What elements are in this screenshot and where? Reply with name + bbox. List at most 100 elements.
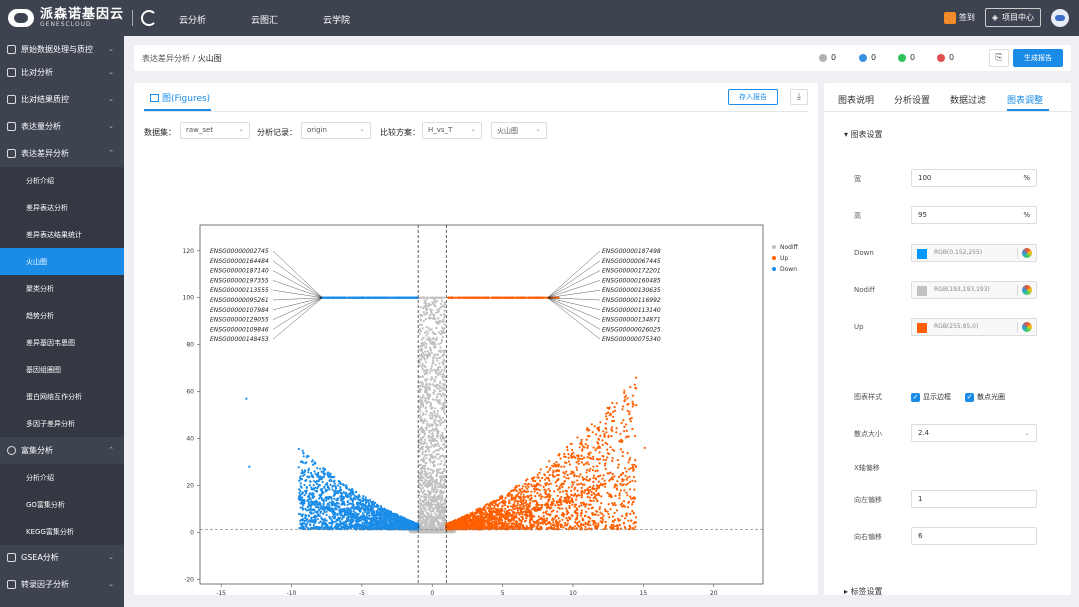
sidebar-item-expression[interactable]: 表达量分析 ⌄ xyxy=(0,113,124,140)
chevron-down-icon: ⌄ xyxy=(108,45,114,53)
sidebar-subitem[interactable]: KEGG富集分析 xyxy=(0,518,124,545)
nodiff-point xyxy=(424,302,427,305)
nodiff-point xyxy=(441,496,444,499)
nodiff-point xyxy=(424,380,427,383)
down-point xyxy=(358,495,361,498)
down-point xyxy=(325,496,329,499)
nodiff-point xyxy=(429,475,432,478)
sidebar-item-diff-expression[interactable]: 表达差异分析 ⌃ xyxy=(0,140,124,167)
nodiff-point xyxy=(422,466,425,469)
nodiff-point xyxy=(425,338,428,341)
nodiff-point xyxy=(426,307,429,311)
nodiff-point xyxy=(443,446,446,449)
down-point xyxy=(328,479,331,482)
signin-label: 签到 xyxy=(958,13,975,22)
down-point xyxy=(339,499,343,502)
nodiff-point xyxy=(440,320,443,323)
down-point xyxy=(360,516,363,519)
sidebar-subitem[interactable]: 蛋白网络互作分析 xyxy=(0,383,124,410)
nodiff-point xyxy=(436,488,439,492)
logo[interactable]: 派森诺基因云 GENESCLOUD xyxy=(8,8,158,28)
nodiff-point xyxy=(432,463,436,466)
nodiff-point xyxy=(443,370,446,373)
breadcrumb-parent[interactable]: 表达差异分析 xyxy=(142,54,190,63)
nodiff-point xyxy=(422,457,425,460)
breadcrumb-bar: 表达差异分析 / 火山图 0 0 0 0 ⎘ 生成报告 xyxy=(134,45,1071,71)
nodiff-point xyxy=(419,448,422,451)
down-point xyxy=(342,521,345,524)
user-avatar[interactable] xyxy=(1051,8,1069,27)
sidebar-subitem-active[interactable]: 火山图 xyxy=(0,248,124,275)
sidebar-subitem[interactable]: GO富集分析 xyxy=(0,491,124,518)
nodiff-point xyxy=(443,399,447,402)
down-point xyxy=(343,513,346,517)
nodiff-point xyxy=(431,362,435,365)
generate-report-button[interactable]: 生成报告 xyxy=(1013,49,1063,67)
down-point xyxy=(312,503,315,506)
dna-icon xyxy=(7,45,16,54)
nodiff-point xyxy=(418,364,421,367)
nodiff-point xyxy=(422,413,425,416)
down-point xyxy=(315,502,318,506)
nodiff-point xyxy=(431,432,434,435)
nodiff-point xyxy=(421,501,424,504)
nav-cloud-analysis[interactable]: 云分析 xyxy=(179,13,206,26)
down-point xyxy=(353,496,356,499)
document-button[interactable]: ⎘ xyxy=(989,49,1009,67)
sidebar-item-alignment[interactable]: 比对分析 ⌄ xyxy=(0,59,124,86)
nodiff-point xyxy=(437,317,440,320)
sidebar-subitem[interactable]: 基因组圈图 xyxy=(0,356,124,383)
nodiff-point xyxy=(418,375,421,379)
sidebar-subitem[interactable]: 差异表达分析 xyxy=(0,194,124,221)
sidebar-item-tf[interactable]: 转录因子分析 ⌄ xyxy=(0,571,124,598)
nodiff-point xyxy=(440,368,443,371)
sidebar-subitem[interactable]: 聚类分析 xyxy=(0,275,124,302)
sidebar-subitem[interactable]: 趋势分析 xyxy=(0,302,124,329)
nodiff-point xyxy=(430,417,433,420)
down-point xyxy=(356,503,359,506)
nodiff-point xyxy=(429,395,432,398)
sidebar-subitem[interactable]: 差异表达结果统计 xyxy=(0,221,124,248)
down-point xyxy=(303,483,306,487)
down-point xyxy=(310,460,314,463)
nodiff-point xyxy=(435,500,438,503)
status-waiting[interactable]: 0 xyxy=(819,53,836,62)
sidebar-subitem[interactable]: 多因子差异分析 xyxy=(0,410,124,437)
down-point xyxy=(390,512,393,515)
nodiff-point xyxy=(424,397,427,400)
nodiff-point xyxy=(439,479,442,482)
sidebar-item-alignment-qc[interactable]: 比对结果质控 ⌄ xyxy=(0,86,124,113)
nodiff-point xyxy=(430,504,433,507)
sidebar-subitem[interactable]: 分析介绍 xyxy=(0,167,124,194)
nodiff-point xyxy=(433,303,436,306)
nodiff-point xyxy=(439,503,442,506)
down-point xyxy=(341,518,344,521)
down-point xyxy=(393,514,396,517)
status-success[interactable]: 0 xyxy=(898,53,915,62)
down-point xyxy=(412,526,415,529)
down-point xyxy=(352,503,355,506)
status-failed[interactable]: 0 xyxy=(937,53,954,62)
nav-cloud-charts[interactable]: 云图汇 xyxy=(251,13,278,26)
down-point xyxy=(343,296,346,299)
nodiff-point xyxy=(438,362,441,365)
nodiff-point xyxy=(425,391,429,394)
down-point xyxy=(362,515,365,518)
nodiff-point xyxy=(423,357,426,360)
sidebar-item-gsea[interactable]: GSEA分析 ⌄ xyxy=(0,544,124,571)
nav-cloud-academy[interactable]: 云学院 xyxy=(323,13,350,26)
nodiff-point xyxy=(434,449,437,452)
nodiff-point xyxy=(440,342,443,345)
nodiff-point xyxy=(444,349,447,352)
sidebar-item-enrichment[interactable]: 富集分析 ⌃ xyxy=(0,437,124,464)
sidebar-subitem[interactable]: 分析介绍 xyxy=(0,464,124,491)
signin-button[interactable]: 签到 xyxy=(943,11,975,24)
nodiff-point xyxy=(444,530,447,534)
nodiff-point xyxy=(419,410,422,413)
sidebar-subitem[interactable]: 差异基因韦恩图 xyxy=(0,329,124,356)
status-running[interactable]: 0 xyxy=(859,53,876,62)
down-point xyxy=(409,521,412,524)
nodiff-point xyxy=(420,323,423,326)
project-center-button[interactable]: ◈ 项目中心 xyxy=(984,8,1041,27)
down-point xyxy=(304,507,307,510)
